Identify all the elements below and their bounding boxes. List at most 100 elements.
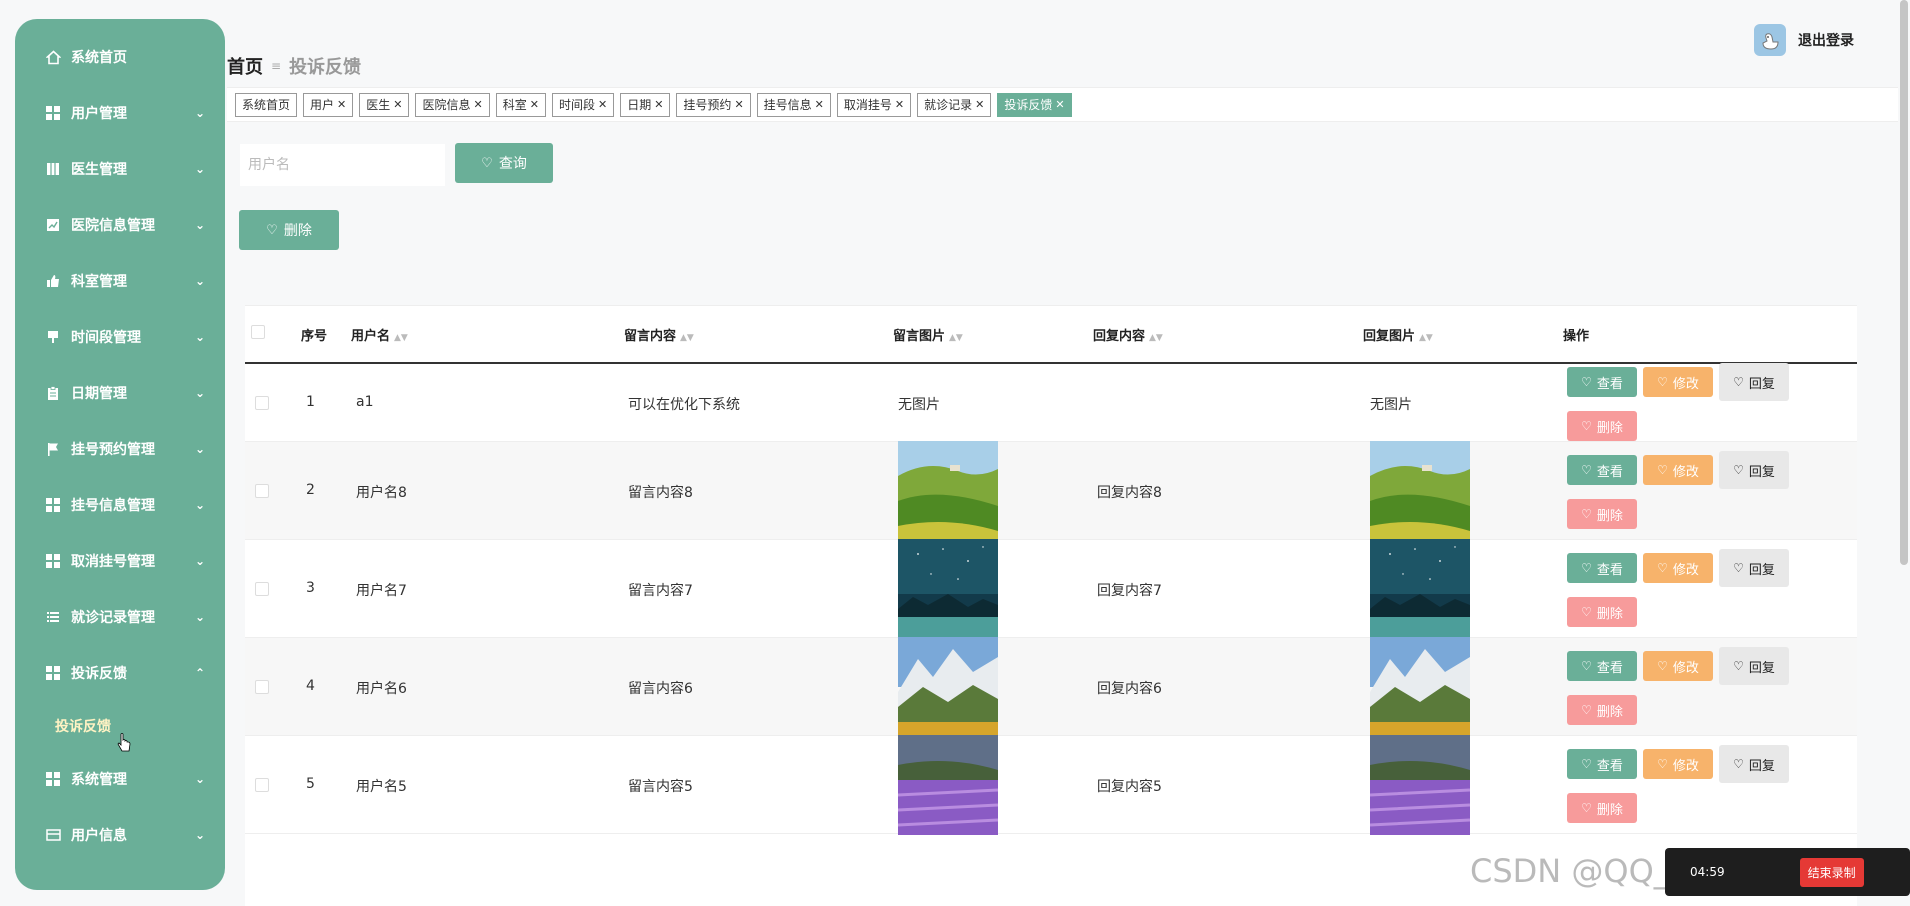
grid-icon bbox=[45, 105, 61, 121]
sidebar-item-label: 医院信息管理 bbox=[71, 218, 155, 234]
message-image[interactable] bbox=[898, 637, 998, 737]
edit-button[interactable]: ♡ 修改 bbox=[1643, 749, 1713, 779]
tab-11[interactable]: 投诉反馈 ✕ bbox=[997, 92, 1072, 117]
sidebar-item-label: 系统首页 bbox=[71, 50, 127, 66]
logout-button[interactable]: 退出登录 bbox=[1798, 30, 1854, 50]
tab-1[interactable]: 用户 ✕ bbox=[303, 92, 354, 117]
close-icon[interactable]: ✕ bbox=[530, 98, 539, 111]
edit-button[interactable]: ♡ 修改 bbox=[1643, 455, 1713, 485]
close-icon[interactable]: ✕ bbox=[474, 98, 483, 111]
view-button[interactable]: ♡ 查看 bbox=[1567, 553, 1637, 583]
header-username[interactable]: 用户名 ▲▼ bbox=[351, 325, 408, 344]
row-checkbox[interactable] bbox=[255, 396, 269, 414]
close-icon[interactable]: ✕ bbox=[598, 98, 607, 111]
query-button[interactable]: ♡ 查询 bbox=[455, 143, 553, 183]
reply-image[interactable] bbox=[1370, 539, 1470, 639]
tab-10[interactable]: 就诊记录 ✕ bbox=[917, 92, 992, 117]
reply-image[interactable] bbox=[1370, 637, 1470, 737]
sidebar-item-10[interactable]: 就诊记录管理 ⌄ bbox=[15, 589, 225, 645]
tab-label: 医院信息 bbox=[422, 98, 471, 112]
row-checkbox[interactable] bbox=[255, 778, 269, 796]
table-row: 2 用户名8 留言内容8 回复内容8 ♡ 查看 ♡ 修改 ♡ 回复 ♡ 删除 bbox=[245, 441, 1857, 541]
sidebar-item-13[interactable]: 用户信息 ⌄ bbox=[15, 807, 225, 863]
close-icon[interactable]: ✕ bbox=[337, 98, 346, 111]
select-all-checkbox[interactable] bbox=[251, 325, 265, 343]
tab-0[interactable]: 系统首页 bbox=[235, 92, 298, 117]
sidebar-item-label: 挂号信息管理 bbox=[71, 498, 155, 514]
sort-icon: ▲▼ bbox=[949, 332, 963, 343]
recorder-stop-button[interactable]: 结束录制 bbox=[1799, 857, 1864, 887]
tab-7[interactable]: 挂号预约 ✕ bbox=[676, 92, 751, 117]
reply-image[interactable] bbox=[1369, 735, 1471, 835]
bulk-delete-button[interactable]: ♡ 删除 bbox=[239, 210, 339, 250]
sidebar-item-1[interactable]: 用户管理 ⌄ bbox=[15, 85, 225, 141]
close-icon[interactable]: ✕ bbox=[393, 98, 402, 111]
heart-icon: ♡ bbox=[1581, 507, 1592, 521]
message-image[interactable] bbox=[897, 735, 999, 835]
sidebar-item-label: 时间段管理 bbox=[71, 330, 141, 346]
row-checkbox[interactable] bbox=[255, 484, 269, 502]
tab-5[interactable]: 时间段 ✕ bbox=[551, 92, 615, 117]
close-icon[interactable]: ✕ bbox=[654, 98, 663, 111]
reply-button[interactable]: ♡ 回复 bbox=[1719, 451, 1789, 489]
tab-6[interactable]: 日期 ✕ bbox=[620, 92, 671, 117]
username-search-input[interactable] bbox=[240, 144, 445, 186]
edit-button[interactable]: ♡ 修改 bbox=[1643, 651, 1713, 681]
sidebar-item-9[interactable]: 取消挂号管理 ⌄ bbox=[15, 533, 225, 589]
sidebar-item-0[interactable]: 系统首页 bbox=[15, 29, 225, 85]
sidebar-item-2[interactable]: 医生管理 ⌄ bbox=[15, 141, 225, 197]
sidebar-item-6[interactable]: 日期管理 ⌄ bbox=[15, 365, 225, 421]
sidebar-item-7[interactable]: 挂号预约管理 ⌄ bbox=[15, 421, 225, 477]
view-button[interactable]: ♡ 查看 bbox=[1567, 367, 1637, 397]
sidebar-item-8[interactable]: 挂号信息管理 ⌄ bbox=[15, 477, 225, 533]
logout-area[interactable]: 退出登录 bbox=[1754, 24, 1854, 56]
view-button[interactable]: ♡ 查看 bbox=[1567, 651, 1637, 681]
close-icon[interactable]: ✕ bbox=[895, 98, 904, 111]
page-scrollbar[interactable] bbox=[1900, 0, 1908, 565]
tab-2[interactable]: 医生 ✕ bbox=[359, 92, 410, 117]
row-username: a1 bbox=[356, 394, 374, 410]
row-checkbox[interactable] bbox=[255, 680, 269, 698]
message-image[interactable] bbox=[898, 441, 998, 541]
view-button[interactable]: ♡ 查看 bbox=[1567, 455, 1637, 485]
row-checkbox[interactable] bbox=[255, 582, 269, 600]
reply-button[interactable]: ♡ 回复 bbox=[1719, 745, 1789, 783]
row-reply-image-text: 无图片 bbox=[1370, 397, 1412, 413]
sidebar-item-11[interactable]: 投诉反馈 ⌃ bbox=[15, 645, 225, 701]
reply-button[interactable]: ♡ 回复 bbox=[1719, 647, 1789, 685]
reply-image[interactable] bbox=[1370, 441, 1470, 541]
row-content: 留言内容5 bbox=[628, 779, 693, 795]
row-delete-button[interactable]: ♡ 删除 bbox=[1567, 499, 1637, 529]
chevron-down-icon: ⌄ bbox=[194, 106, 205, 120]
edit-button[interactable]: ♡ 修改 bbox=[1643, 367, 1713, 397]
sidebar-item-12[interactable]: 系统管理 ⌄ bbox=[15, 751, 225, 807]
tab-3[interactable]: 医院信息 ✕ bbox=[415, 92, 490, 117]
sidebar-item-3[interactable]: 医院信息管理 ⌄ bbox=[15, 197, 225, 253]
edit-button[interactable]: ♡ 修改 bbox=[1643, 553, 1713, 583]
header-reply-image[interactable]: 回复图片 ▲▼ bbox=[1363, 325, 1433, 344]
sidebar-item-4[interactable]: 科室管理 ⌄ bbox=[15, 253, 225, 309]
close-icon[interactable]: ✕ bbox=[1055, 98, 1064, 111]
sidebar-item-5[interactable]: 时间段管理 ⌄ bbox=[15, 309, 225, 365]
close-icon[interactable]: ✕ bbox=[975, 98, 984, 111]
header-reply[interactable]: 回复内容 ▲▼ bbox=[1093, 325, 1163, 344]
tab-9[interactable]: 取消挂号 ✕ bbox=[836, 92, 912, 117]
row-delete-button[interactable]: ♡ 删除 bbox=[1567, 597, 1637, 627]
tab-8[interactable]: 挂号信息 ✕ bbox=[756, 92, 831, 117]
heart-icon: ♡ bbox=[1581, 605, 1592, 619]
close-icon[interactable]: ✕ bbox=[815, 98, 824, 111]
breadcrumb-home[interactable]: 首页 bbox=[227, 53, 263, 79]
row-username: 用户名6 bbox=[356, 681, 407, 697]
close-icon[interactable]: ✕ bbox=[734, 98, 743, 111]
header-image[interactable]: 留言图片 ▲▼ bbox=[893, 325, 963, 344]
message-image[interactable] bbox=[898, 539, 998, 639]
row-delete-button[interactable]: ♡ 删除 bbox=[1567, 793, 1637, 823]
header-content[interactable]: 留言内容 ▲▼ bbox=[624, 325, 694, 344]
tab-4[interactable]: 科室 ✕ bbox=[495, 92, 546, 117]
reply-button[interactable]: ♡ 回复 bbox=[1719, 363, 1789, 401]
reply-button[interactable]: ♡ 回复 bbox=[1719, 549, 1789, 587]
sort-icon: ▲▼ bbox=[680, 332, 694, 343]
row-delete-button[interactable]: ♡ 删除 bbox=[1567, 695, 1637, 725]
view-button[interactable]: ♡ 查看 bbox=[1567, 749, 1637, 779]
row-delete-button[interactable]: ♡ 删除 bbox=[1567, 411, 1637, 441]
